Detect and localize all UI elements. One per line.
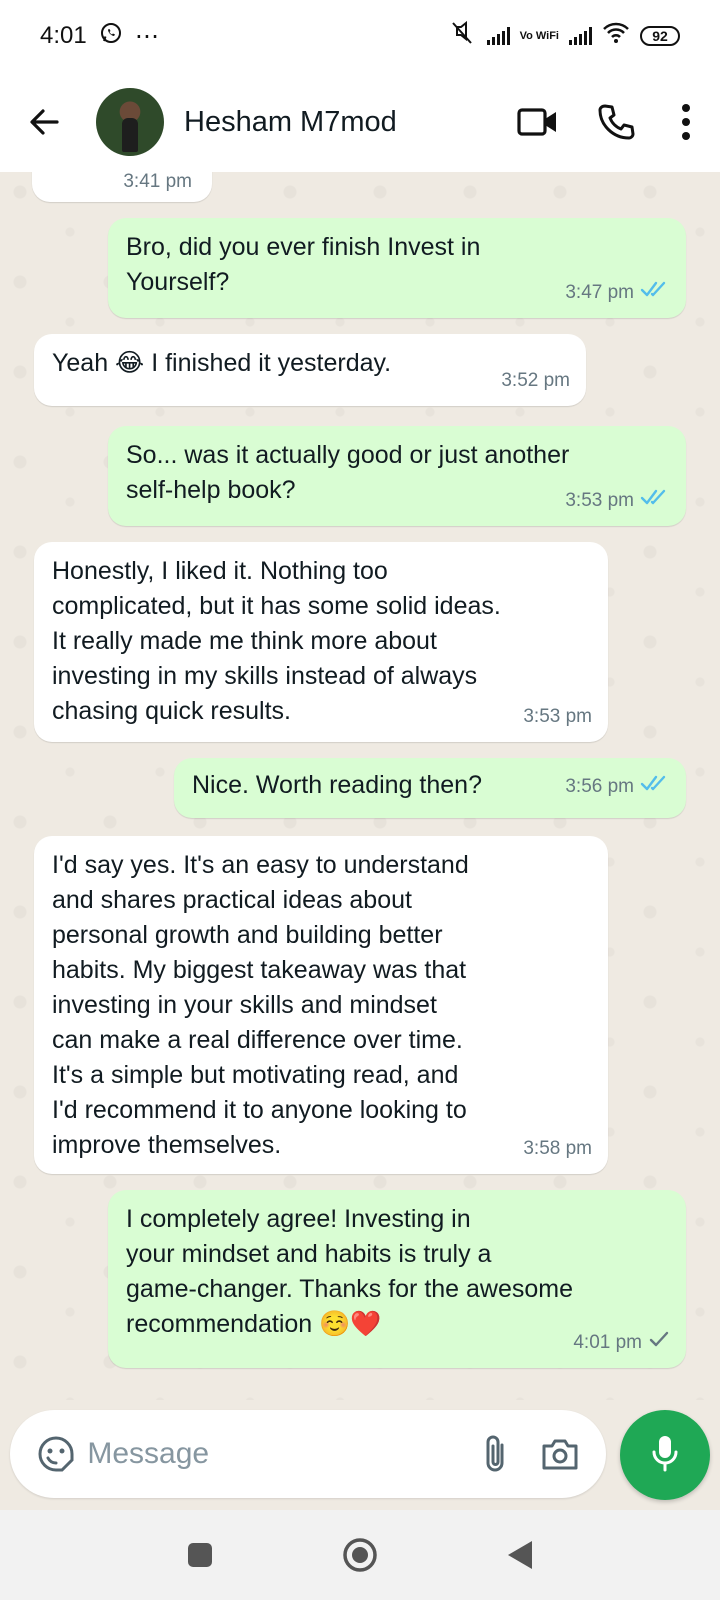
read-receipt-icon xyxy=(640,275,670,310)
vowifi-label: Vo WiFi xyxy=(519,29,559,42)
wifi-icon xyxy=(602,22,630,51)
message-meta: 3:53 pm xyxy=(523,699,592,734)
message-bubble-outgoing[interactable]: I completely agree! Investing in your mi… xyxy=(108,1190,686,1368)
mic-button[interactable] xyxy=(620,1410,710,1500)
read-receipt-icon xyxy=(640,483,670,518)
message-time: 3:56 pm xyxy=(565,776,634,797)
status-left: 4:01 ⋯ xyxy=(40,21,159,52)
read-receipt-icon xyxy=(640,769,670,804)
message-bubble-incoming[interactable]: Yeah 😂 I finished it yesterday. 3:52 pm xyxy=(34,334,586,406)
message-time: 4:01 pm xyxy=(573,1332,642,1353)
message-time: 3:53 pm xyxy=(565,490,634,511)
attach-icon[interactable] xyxy=(473,1428,516,1480)
emoji-icon[interactable] xyxy=(34,1428,77,1480)
sent-tick-icon xyxy=(648,1325,670,1360)
message-meta: 3:52 pm xyxy=(501,363,570,398)
message-meta: 3:56 pm xyxy=(565,769,670,804)
more-vert-icon[interactable] xyxy=(666,94,706,150)
message-text: I completely agree! Investing in your mi… xyxy=(126,1205,574,1338)
mic-icon xyxy=(650,1433,680,1478)
message-composer xyxy=(10,1410,606,1498)
whatsapp-notification-icon xyxy=(99,21,123,52)
message-bubble-outgoing[interactable]: Nice. Worth reading then? 3:56 pm xyxy=(174,758,686,818)
message-bubble-incoming[interactable]: I'd say yes. It's an easy to understand … xyxy=(34,836,608,1174)
home-icon[interactable] xyxy=(335,1530,385,1580)
chat-area[interactable]: 3:41 pm Bro, did you ever finish Invest … xyxy=(0,172,720,1400)
message-meta: 3:58 pm xyxy=(523,1131,592,1166)
message-time: 3:53 pm xyxy=(523,706,592,727)
back-icon[interactable] xyxy=(495,1530,545,1580)
status-bar: 4:01 ⋯ Vo WiFi 92 xyxy=(0,0,720,72)
contact-name[interactable]: Hesham M7mod xyxy=(184,106,510,139)
message-time: 3:52 pm xyxy=(501,370,570,391)
status-time: 4:01 xyxy=(40,22,87,49)
message-bubble-outgoing[interactable]: So... was it actually good or just anoth… xyxy=(108,426,686,526)
message-meta: 3:53 pm xyxy=(565,483,670,518)
message-time: 3:47 pm xyxy=(565,282,634,303)
message-bubble-outgoing[interactable]: Bro, did you ever finish Invest in Yours… xyxy=(108,218,686,318)
voice-call-icon[interactable] xyxy=(588,94,644,150)
chat-header: Hesham M7mod xyxy=(0,72,720,172)
battery-indicator: 92 xyxy=(640,26,680,46)
message-meta: 3:47 pm xyxy=(565,275,670,310)
message-text: I'd say yes. It's an easy to understand … xyxy=(52,851,469,1159)
message-bubble-incoming[interactable]: Honestly, I liked it. Nothing too compli… xyxy=(34,542,608,742)
back-arrow-icon[interactable] xyxy=(20,98,68,146)
message-text: Honestly, I liked it. Nothing too compli… xyxy=(52,557,501,725)
video-call-icon[interactable] xyxy=(510,94,566,150)
contact-avatar[interactable] xyxy=(96,88,164,156)
signal-icon-2 xyxy=(569,27,592,45)
camera-icon[interactable] xyxy=(539,1428,582,1480)
signal-icon-1 xyxy=(486,27,510,45)
message-time: 3:41 pm xyxy=(123,172,192,192)
system-nav-bar xyxy=(0,1510,720,1600)
more-notifications-icon: ⋯ xyxy=(134,22,159,50)
message-meta: 4:01 pm xyxy=(573,1325,670,1360)
status-right: Vo WiFi 92 xyxy=(447,20,680,52)
message-bubble-incoming[interactable]: 3:41 pm xyxy=(32,172,212,202)
mute-icon xyxy=(447,20,477,52)
recents-icon[interactable] xyxy=(175,1530,225,1580)
message-meta: 3:41 pm xyxy=(123,172,192,199)
message-input[interactable] xyxy=(87,1424,474,1484)
message-time: 3:58 pm xyxy=(523,1138,592,1159)
message-text: Yeah 😂 I finished it yesterday. xyxy=(52,349,392,377)
